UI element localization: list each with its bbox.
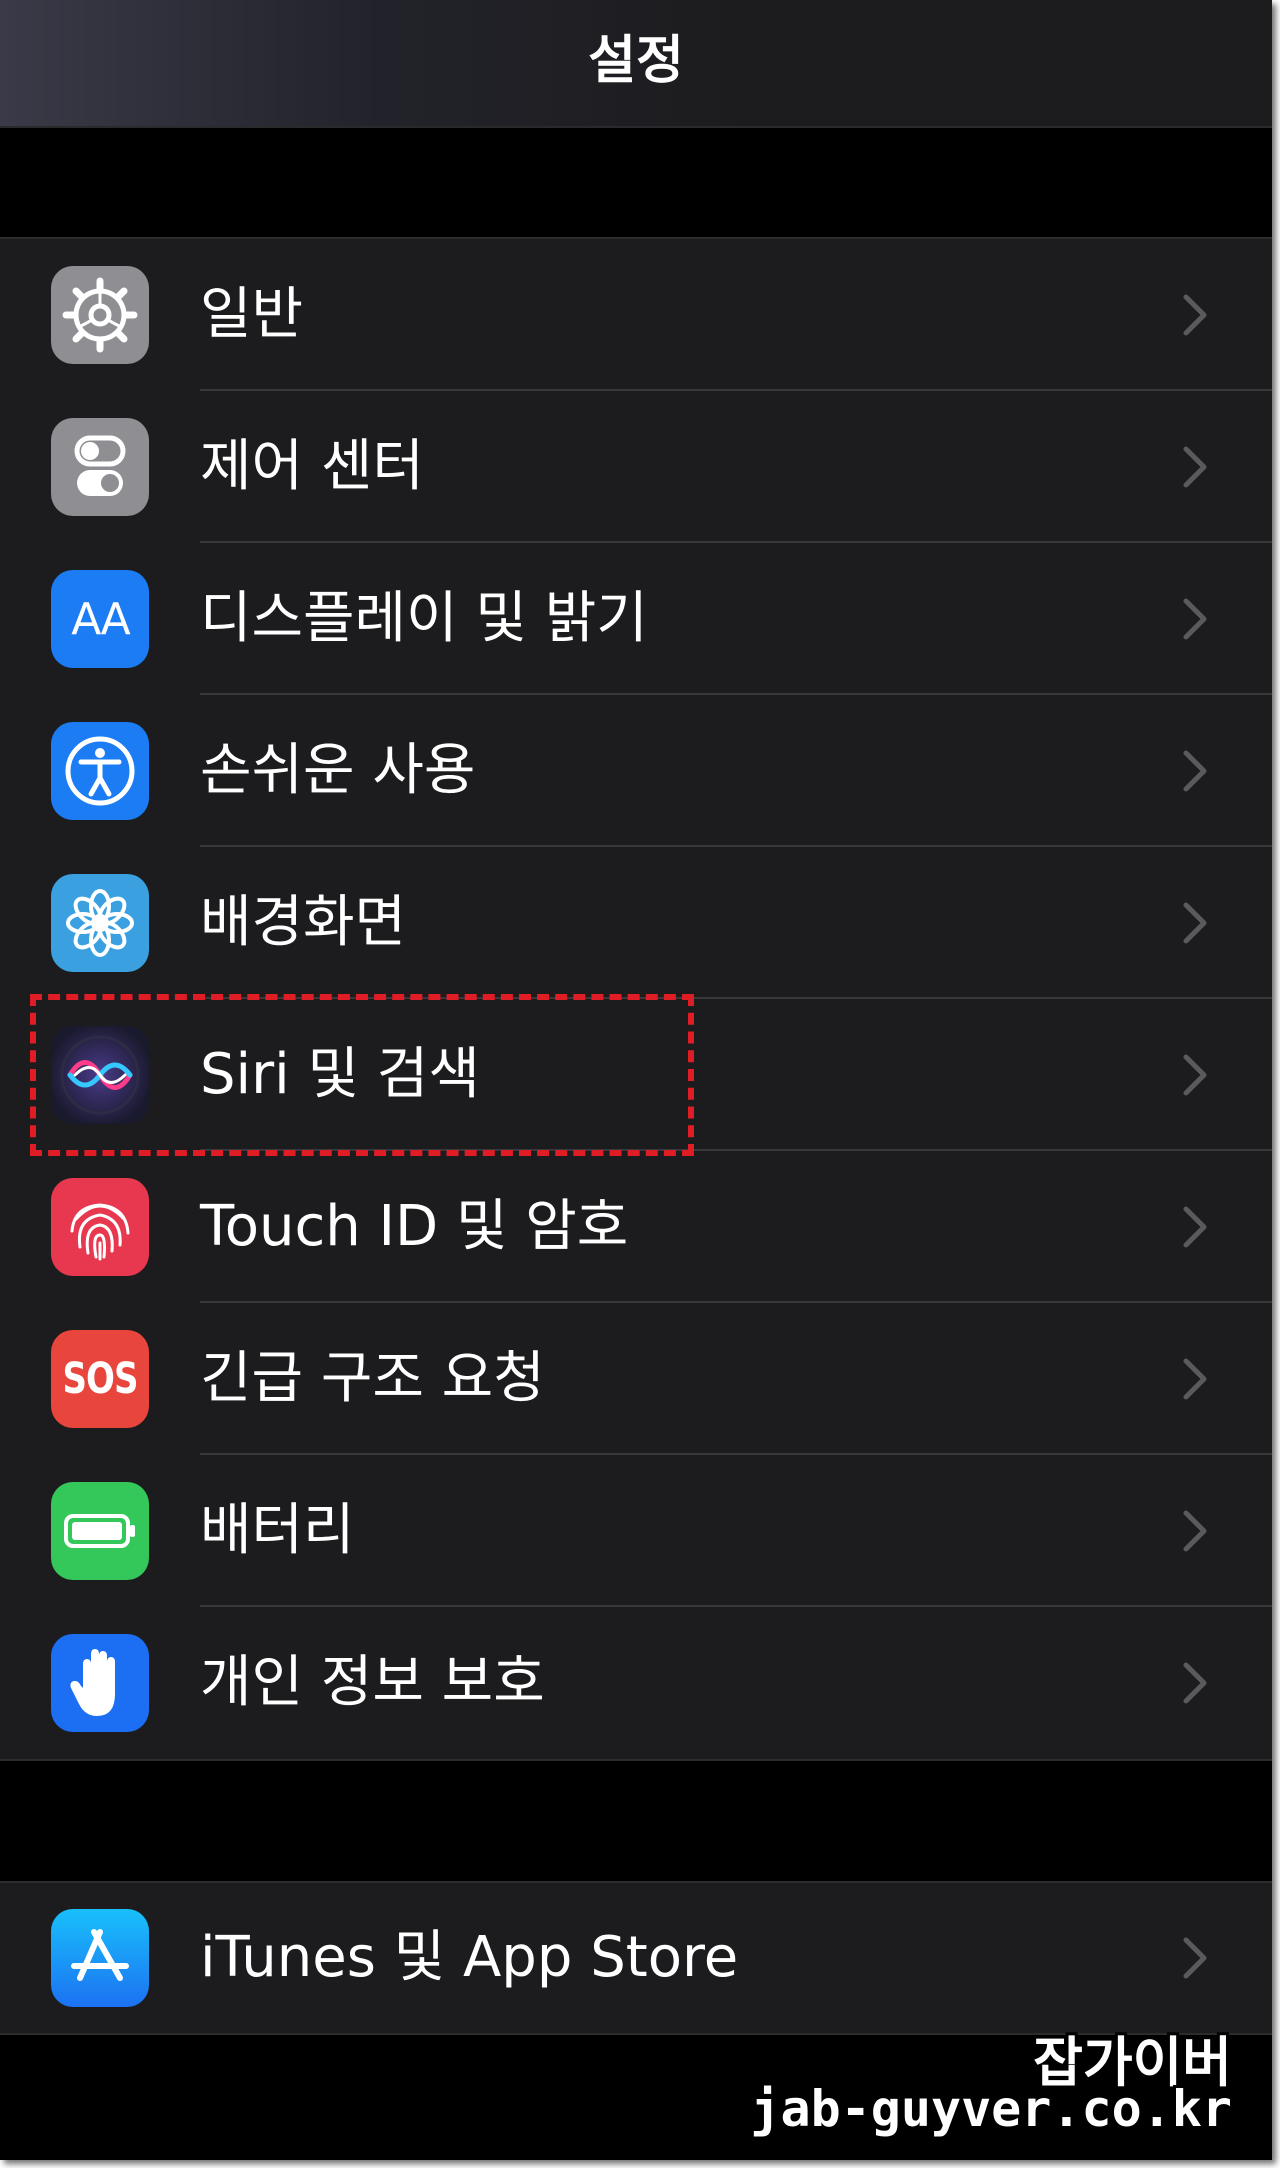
chevron-right-icon: [1183, 1510, 1207, 1552]
chevron-right-icon: [1183, 1358, 1207, 1400]
chevron-right-icon: [1183, 1662, 1207, 1704]
settings-row-label: 디스플레이 및 밝기: [200, 586, 648, 651]
siri-icon: [51, 1026, 149, 1124]
settings-row-touch-id[interactable]: Touch ID 및 암호: [0, 1151, 1272, 1303]
settings-row-itunes-app-store[interactable]: iTunes 및 App Store: [0, 1883, 1272, 2033]
chevron-right-icon: [1183, 902, 1207, 944]
watermark-url: jab-guyver.co.kr: [750, 2080, 1232, 2138]
settings-row-label: Siri 및 검색: [200, 1042, 480, 1107]
settings-row-label: 손쉬운 사용: [200, 738, 476, 803]
settings-row-label: 긴급 구조 요청: [200, 1346, 545, 1411]
fingerprint-icon: [51, 1178, 149, 1276]
toggles-icon: [51, 418, 149, 516]
settings-screen: 설정 일반 제어 센터 AA 디스플레이 및 밝기 손쉬운 사용 배경화면 Si…: [0, 0, 1272, 2160]
settings-group-store: iTunes 및 App Store: [0, 1881, 1272, 2035]
text-size-icon: AA: [51, 570, 149, 668]
settings-row-label: 배터리: [200, 1498, 355, 1563]
accessibility-icon: [51, 722, 149, 820]
chevron-right-icon: [1183, 1054, 1207, 1096]
flower-icon: [51, 874, 149, 972]
settings-row-wallpaper[interactable]: 배경화면: [0, 847, 1272, 999]
chevron-right-icon: [1183, 1937, 1207, 1979]
settings-row-label: 개인 정보 보호: [200, 1650, 545, 1715]
settings-row-battery[interactable]: 배터리: [0, 1455, 1272, 1607]
settings-row-label: iTunes 및 App Store: [200, 1925, 739, 1990]
settings-row-accessibility[interactable]: 손쉬운 사용: [0, 695, 1272, 847]
chevron-right-icon: [1183, 446, 1207, 488]
navigation-bar: 설정: [0, 0, 1272, 128]
chevron-right-icon: [1183, 294, 1207, 336]
icon-text: SOS: [62, 1354, 139, 1404]
gear-icon: [51, 266, 149, 364]
settings-row-label: 배경화면: [200, 890, 407, 955]
settings-row-label: Touch ID 및 암호: [200, 1194, 629, 1259]
settings-row-label: 제어 센터: [200, 434, 424, 499]
chevron-right-icon: [1183, 1206, 1207, 1248]
settings-row-general[interactable]: 일반: [0, 239, 1272, 391]
settings-row-display[interactable]: AA 디스플레이 및 밝기: [0, 543, 1272, 695]
settings-row-privacy[interactable]: 개인 정보 보호: [0, 1607, 1272, 1759]
chevron-right-icon: [1183, 598, 1207, 640]
settings-row-control-center[interactable]: 제어 센터: [0, 391, 1272, 543]
chevron-right-icon: [1183, 750, 1207, 792]
app-store-icon: [51, 1909, 149, 2007]
settings-row-label: 일반: [200, 282, 304, 347]
settings-group-main: 일반 제어 센터 AA 디스플레이 및 밝기 손쉬운 사용 배경화면 Siri …: [0, 237, 1272, 1761]
settings-row-emergency-sos[interactable]: SOS 긴급 구조 요청: [0, 1303, 1272, 1455]
settings-row-siri[interactable]: Siri 및 검색: [0, 999, 1272, 1151]
page-title: 설정: [588, 31, 684, 91]
icon-text: AA: [71, 593, 130, 645]
battery-icon: [51, 1482, 149, 1580]
sos-icon: SOS: [51, 1330, 149, 1428]
hand-icon: [51, 1634, 149, 1732]
